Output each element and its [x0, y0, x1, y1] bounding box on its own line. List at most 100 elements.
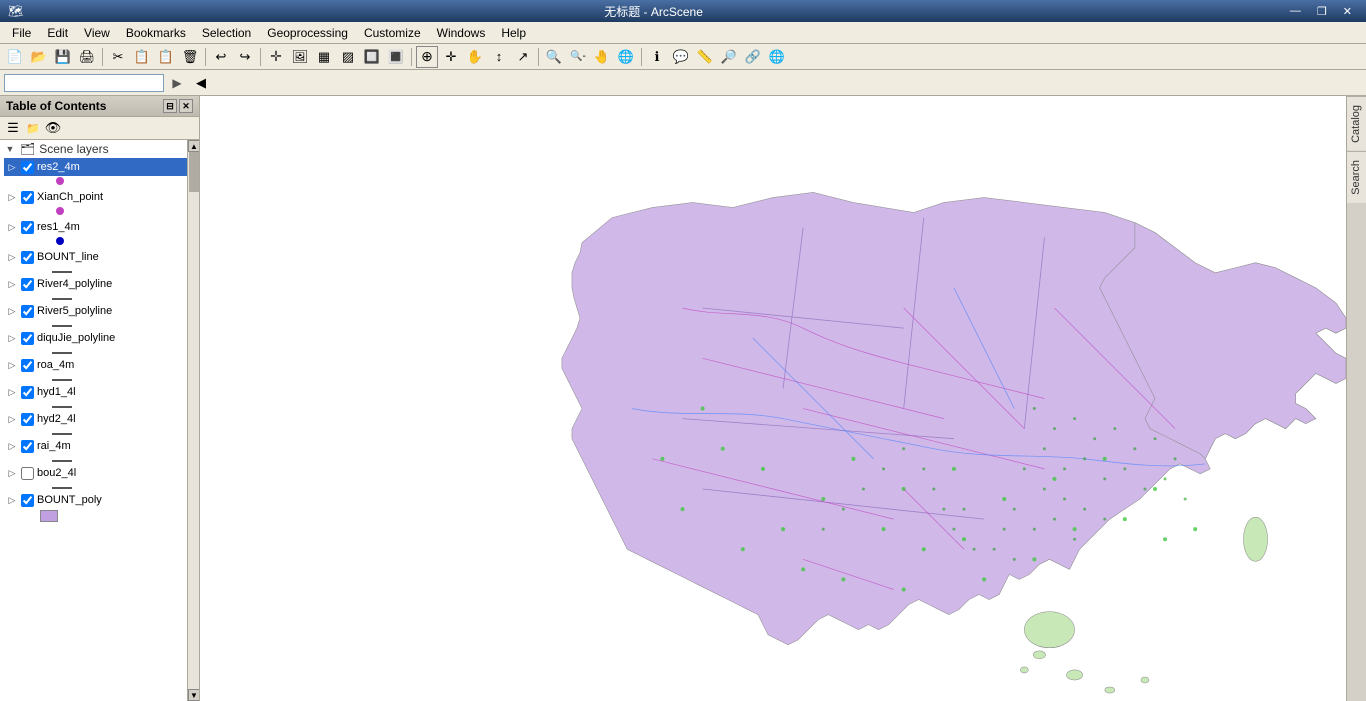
toolbar1: 📄 📂 💾 🖨 ✂ 📋 📋 🗑 ↩ ↪ ✛ 🖼 ▦ ▨ 🔲 🔳 ⊕ ✛ ✋ ↕ …: [0, 44, 1366, 70]
toc-list-by-drawing-order[interactable]: ☰: [4, 119, 22, 137]
toc-float-button[interactable]: ⊟: [163, 99, 177, 113]
layer-check-river4[interactable]: [21, 278, 34, 291]
identify-button[interactable]: ℹ: [646, 46, 668, 68]
layer-check-hyd2[interactable]: [21, 413, 34, 426]
pan2-button[interactable]: 🤚: [591, 46, 613, 68]
toolbar2-back[interactable]: ◀: [190, 72, 212, 94]
toolbar2: ▶ ◀: [0, 70, 1366, 96]
layer-row-xianych-point[interactable]: ▷ XianCh_point: [4, 188, 187, 206]
layer-check-roa[interactable]: [21, 359, 34, 372]
layer-row-river5[interactable]: ▷ River5_polyline: [4, 302, 187, 320]
toc-toolbar: ☰ 📁 👁: [0, 117, 199, 140]
menu-windows[interactable]: Windows: [429, 24, 494, 42]
layer-row-hyd1[interactable]: ▷ hyd1_4l: [4, 383, 187, 401]
layer-check-river5[interactable]: [21, 305, 34, 318]
scroll-thumb[interactable]: [189, 152, 199, 192]
fullextent-button[interactable]: 🌐: [615, 46, 637, 68]
scene-layers-group[interactable]: ▼ 🗂 Scene layers: [0, 140, 187, 158]
layer-check-res2-4m[interactable]: [21, 161, 34, 174]
add-data-button[interactable]: ✛: [265, 46, 287, 68]
layer-bount-line: ▷ BOUNT_line: [0, 248, 187, 275]
scalebar-button[interactable]: 🔳: [385, 46, 407, 68]
navigate-button[interactable]: ⊕: [416, 46, 438, 68]
menu-edit[interactable]: Edit: [39, 24, 76, 42]
layer-row-hyd2[interactable]: ▷ hyd2_4l: [4, 410, 187, 428]
layer-row-bount-line[interactable]: ▷ BOUNT_line: [4, 248, 187, 266]
redo-button[interactable]: ↪: [234, 46, 256, 68]
undo-button[interactable]: ↩: [210, 46, 232, 68]
measure-button[interactable]: 📏: [694, 46, 716, 68]
menu-selection[interactable]: Selection: [194, 24, 259, 42]
close-button[interactable]: ✕: [1337, 5, 1358, 18]
maximize-button[interactable]: ❐: [1311, 5, 1333, 18]
titlebar-icon: 🗺: [8, 4, 23, 18]
menu-geoprocessing[interactable]: Geoprocessing: [259, 24, 356, 42]
copy-button[interactable]: 📋: [131, 46, 153, 68]
menu-help[interactable]: Help: [493, 24, 534, 42]
scroll-up-button[interactable]: ▲: [188, 140, 199, 152]
toc-list-by-source[interactable]: 📁: [24, 119, 42, 137]
open-button[interactable]: 📂: [28, 46, 50, 68]
layer-row-bou2[interactable]: ▷ bou2_4l: [4, 464, 187, 482]
layer-row-rai[interactable]: ▷ rai_4m: [4, 437, 187, 455]
layer-check-rai[interactable]: [21, 440, 34, 453]
layer-check-xianych[interactable]: [21, 191, 34, 204]
toc-header-title: Table of Contents: [6, 99, 106, 113]
scene-group-expand-icon: ▼: [4, 143, 16, 155]
toc-scrollbar[interactable]: ▲ ▼: [187, 140, 199, 701]
frame-button[interactable]: ▦: [313, 46, 335, 68]
layer-row-roa[interactable]: ▷ roa_4m: [4, 356, 187, 374]
tilt-button[interactable]: ↗: [512, 46, 534, 68]
layer-bou2: ▷ bou2_4l: [0, 464, 187, 491]
menu-file[interactable]: File: [4, 24, 39, 42]
search-go-button[interactable]: ▶: [166, 72, 188, 94]
search-input[interactable]: [4, 74, 164, 92]
image-button[interactable]: 🖼: [289, 46, 311, 68]
layer-check-diqujie[interactable]: [21, 332, 34, 345]
cut-button[interactable]: ✂: [107, 46, 129, 68]
hyperlink-button[interactable]: 🔗: [742, 46, 764, 68]
layer-row-res2-4m[interactable]: ▷ res2_4m: [4, 158, 187, 176]
zoom-move-button[interactable]: ✛: [440, 46, 462, 68]
symbol-line-diqujie: [52, 348, 72, 354]
menu-bookmarks[interactable]: Bookmarks: [118, 24, 194, 42]
minimize-button[interactable]: —: [1284, 5, 1307, 18]
layer-expand-bount-line: ▷: [6, 251, 18, 263]
pan-button[interactable]: ✋: [464, 46, 486, 68]
new-button[interactable]: 📄: [4, 46, 26, 68]
toolbar-sep1: [102, 48, 103, 66]
toc-close-button[interactable]: ✕: [179, 99, 193, 113]
layer-row-diqujie[interactable]: ▷ diquJie_polyline: [4, 329, 187, 347]
map-area[interactable]: [200, 96, 1346, 701]
symbol-line-hyd1: [52, 402, 72, 408]
layer-expand-res1: ▷: [6, 221, 18, 233]
layer-row-river4[interactable]: ▷ River4_polyline: [4, 275, 187, 293]
layer-expand-bount-poly: ▷: [6, 494, 18, 506]
zoom-in-button[interactable]: 🔍: [543, 46, 565, 68]
north-arrow-button[interactable]: 🔲: [361, 46, 383, 68]
layer-row-bount-poly[interactable]: ▷ BOUNT_poly: [4, 491, 187, 509]
html-button[interactable]: 🌐: [766, 46, 788, 68]
zoom3d-button[interactable]: ↕: [488, 46, 510, 68]
find-button[interactable]: 🔎: [718, 46, 740, 68]
layer-check-res1[interactable]: [21, 221, 34, 234]
layer-check-bount-poly[interactable]: [21, 494, 34, 507]
layer-check-hyd1[interactable]: [21, 386, 34, 399]
menu-view[interactable]: View: [76, 24, 118, 42]
save-button[interactable]: 💾: [52, 46, 74, 68]
layer-check-bou2[interactable]: [21, 467, 34, 480]
layer-row-res1-4m[interactable]: ▷ res1_4m: [4, 218, 187, 236]
grid-button[interactable]: ▨: [337, 46, 359, 68]
maptips-button[interactable]: 💬: [670, 46, 692, 68]
zoom-out-button[interactable]: 🔍-: [567, 46, 589, 68]
menu-customize[interactable]: Customize: [356, 24, 429, 42]
layer-check-bount-line[interactable]: [21, 251, 34, 264]
scroll-down-button[interactable]: ▼: [188, 689, 199, 701]
toc-list-by-visibility[interactable]: 👁: [44, 119, 62, 137]
delete-button[interactable]: 🗑: [179, 46, 201, 68]
print-button[interactable]: 🖨: [76, 46, 98, 68]
paste-button[interactable]: 📋: [155, 46, 177, 68]
search-tab[interactable]: Search: [1347, 151, 1366, 203]
toc-header: Table of Contents ⊟ ✕: [0, 96, 199, 117]
catalog-tab[interactable]: Catalog: [1347, 96, 1366, 151]
